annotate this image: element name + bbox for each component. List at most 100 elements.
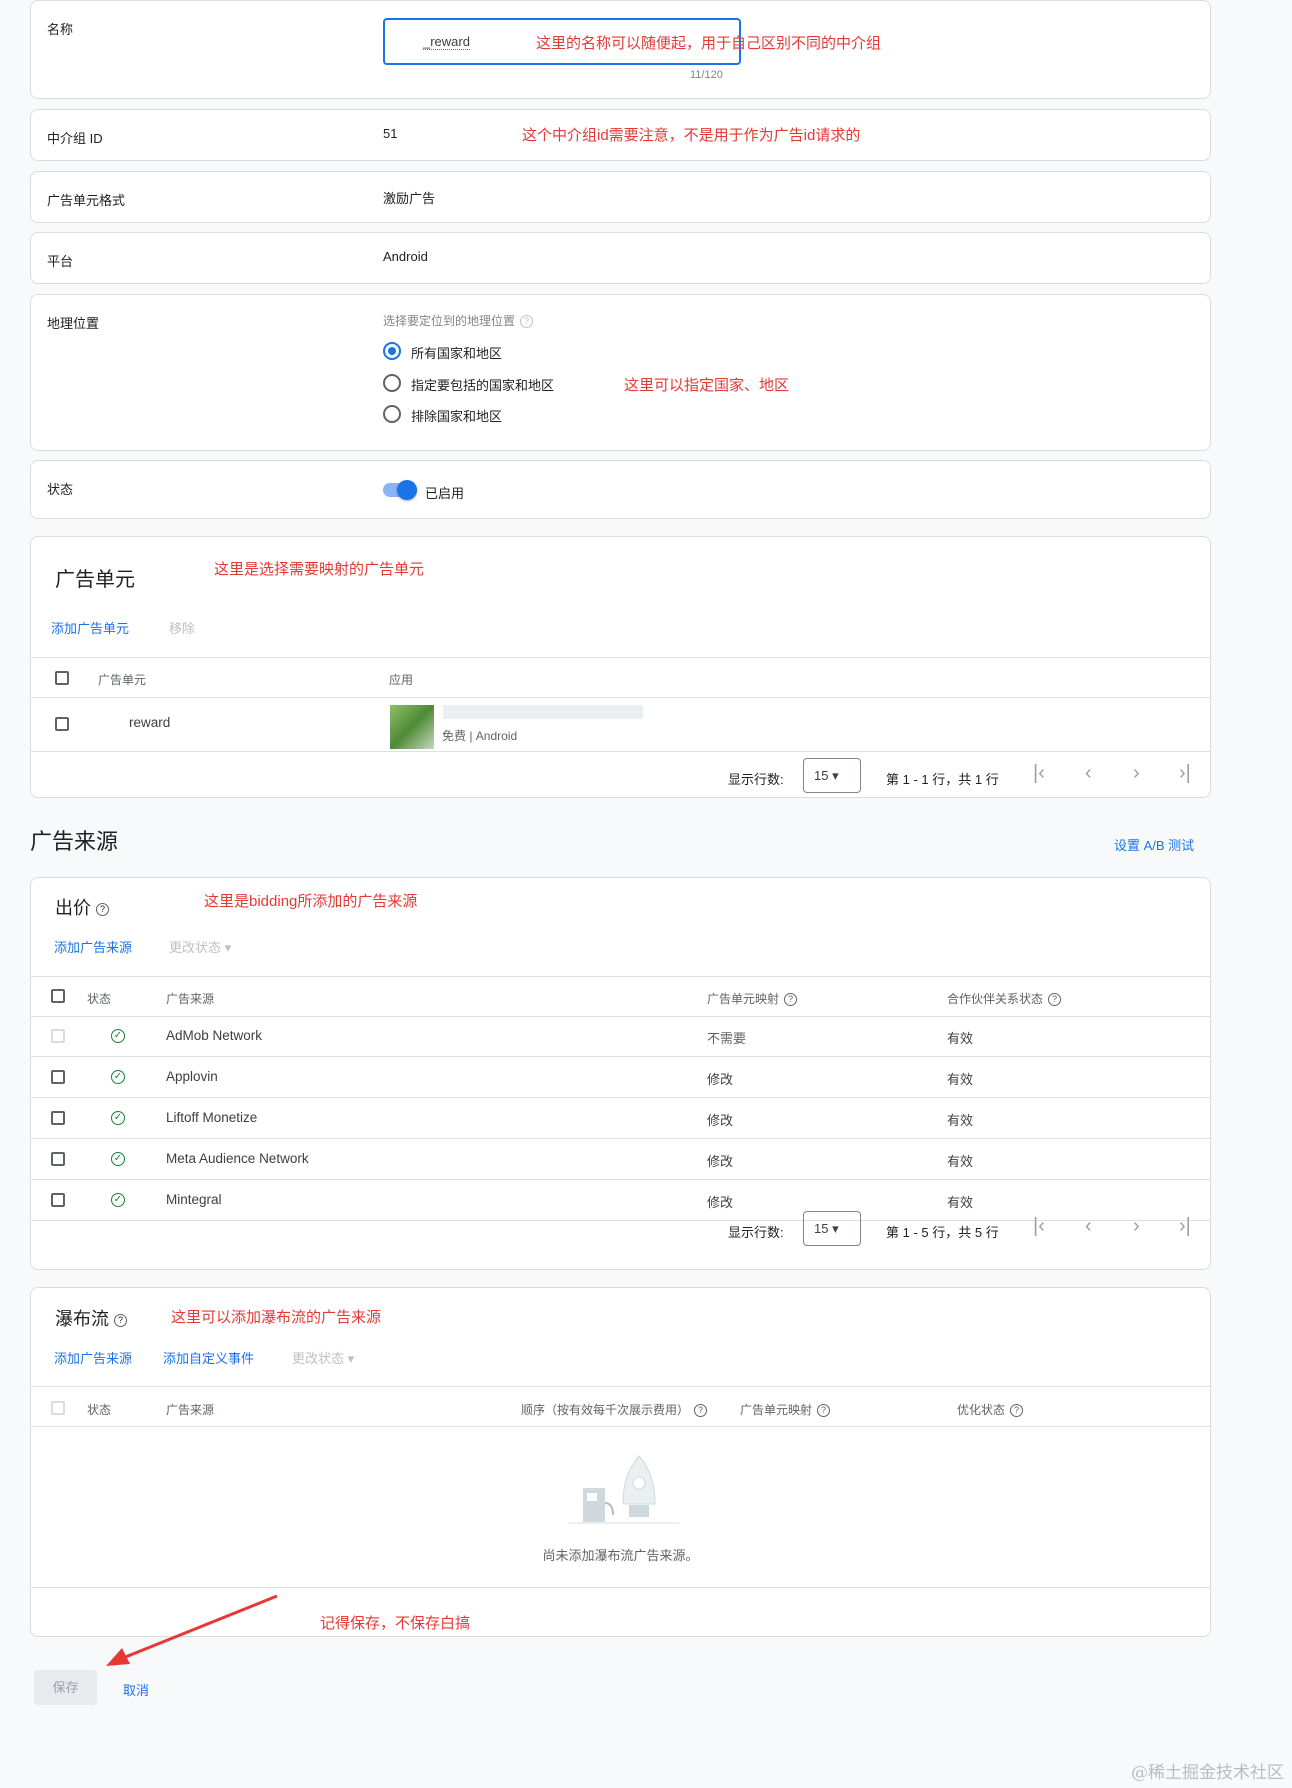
rows-per-page-select[interactable]: 15 ▾ bbox=[803, 758, 861, 793]
remove-button[interactable]: 移除 bbox=[169, 618, 195, 637]
cancel-button[interactable]: 取消 bbox=[123, 1680, 149, 1699]
first-page-icon[interactable]: |‹ bbox=[1033, 762, 1045, 785]
partner-status: 有效 bbox=[947, 1113, 974, 1128]
ab-test-link[interactable]: 设置 A/B 测试 bbox=[1114, 835, 1194, 854]
row-checkbox[interactable] bbox=[55, 717, 69, 731]
edit-mapping-link[interactable]: 修改 bbox=[707, 1192, 733, 1211]
row-checkbox[interactable] bbox=[51, 1070, 65, 1084]
page-range: 第 1 - 1 行，共 1 行 bbox=[886, 772, 999, 787]
waterfall-title: 瀑布流? bbox=[55, 1305, 127, 1331]
select-all-checkbox[interactable] bbox=[51, 989, 65, 1003]
rows-per-page-label: 显示行数: bbox=[728, 1225, 784, 1240]
first-page-icon[interactable]: |‹ bbox=[1033, 1215, 1045, 1238]
name-input-value: _reward bbox=[423, 34, 470, 50]
id-value: 51 bbox=[383, 126, 398, 141]
format-label: 广告单元格式 bbox=[47, 193, 126, 208]
add-adunit-button[interactable]: 添加广告单元 bbox=[51, 618, 129, 637]
radio-label: 排除国家和地区 bbox=[411, 409, 503, 424]
page-range: 第 1 - 5 行，共 5 行 bbox=[886, 1225, 999, 1240]
col-header: 状态 bbox=[87, 1403, 112, 1417]
check-circle-icon: ✓ bbox=[111, 1193, 125, 1207]
rows-per-page-select[interactable]: 15 ▾ bbox=[803, 1211, 861, 1246]
ad-source-name: Applovin bbox=[166, 1069, 218, 1084]
app-name-blurred bbox=[443, 705, 643, 719]
watermark: @稀土掘金技术社区 bbox=[1131, 1763, 1284, 1783]
ad-sources-heading: 广告来源 bbox=[30, 829, 119, 854]
radio-include-countries[interactable] bbox=[383, 374, 401, 392]
annotation-bidding: 这里是bidding所添加的广告来源 bbox=[204, 893, 418, 910]
name-label: 名称 bbox=[47, 22, 74, 37]
platform-label: 平台 bbox=[47, 254, 74, 269]
annotation-id: 这个中介组id需要注意，不是用于作为广告id请求的 bbox=[522, 127, 861, 144]
platform-value: Android bbox=[383, 249, 428, 264]
empty-state-text: 尚未添加瀑布流广告来源。 bbox=[542, 1548, 699, 1563]
check-circle-icon: ✓ bbox=[111, 1029, 125, 1043]
adunits-title: 广告单元 bbox=[55, 569, 135, 591]
add-custom-event-button[interactable]: 添加自定义事件 bbox=[163, 1348, 254, 1367]
annotation-geo: 这里可以指定国家、地区 bbox=[624, 377, 790, 394]
edit-mapping-link[interactable]: 修改 bbox=[707, 1151, 733, 1170]
ad-source-name: Mintegral bbox=[166, 1192, 222, 1207]
check-circle-icon: ✓ bbox=[111, 1152, 125, 1166]
col-header: 广告单元映射? bbox=[740, 1401, 831, 1418]
geo-hint: 选择要定位到的地理位置? bbox=[383, 312, 534, 329]
status-toggle[interactable] bbox=[383, 480, 417, 500]
annotation-waterfall: 这里可以添加瀑布流的广告来源 bbox=[171, 1309, 382, 1326]
partner-status: 有效 bbox=[947, 1031, 974, 1046]
ad-source-name: Meta Audience Network bbox=[166, 1151, 309, 1166]
mapping-value: 不需要 bbox=[707, 1031, 747, 1046]
next-page-icon[interactable]: › bbox=[1133, 762, 1140, 785]
select-all-checkbox[interactable] bbox=[51, 1401, 65, 1415]
col-header: 合作伙伴关系状态? bbox=[947, 990, 1062, 1007]
ad-source-name: Liftoff Monetize bbox=[166, 1110, 258, 1125]
col-header: 顺序（按有效每千次展示费用）? bbox=[521, 1401, 708, 1418]
partner-status: 有效 bbox=[947, 1154, 974, 1169]
row-checkbox[interactable] bbox=[51, 1029, 65, 1043]
bidding-card: 出价? 添加广告来源 更改状态 ▾ 状态 广告来源 广告单元映射? 合作伙伴关系… bbox=[30, 877, 1211, 1270]
col-header: 广告来源 bbox=[166, 992, 215, 1006]
name-counter: 11/120 bbox=[690, 69, 723, 81]
table-row: ✓ Liftoff Monetize 修改 有效 bbox=[31, 1098, 1210, 1139]
partner-status: 有效 bbox=[947, 1195, 974, 1210]
format-card: 广告单元格式 激励广告 bbox=[30, 171, 1211, 223]
radio-all-countries[interactable] bbox=[383, 342, 401, 360]
col-header: 应用 bbox=[389, 673, 414, 687]
prev-page-icon[interactable]: ‹ bbox=[1085, 1215, 1092, 1238]
row-checkbox[interactable] bbox=[51, 1152, 65, 1166]
radio-label: 指定要包括的国家和地区 bbox=[411, 378, 555, 393]
prev-page-icon[interactable]: ‹ bbox=[1085, 762, 1092, 785]
geo-label: 地理位置 bbox=[47, 316, 100, 331]
edit-mapping-link[interactable]: 修改 bbox=[707, 1110, 733, 1129]
select-all-checkbox[interactable] bbox=[55, 671, 69, 685]
radio-exclude-countries[interactable] bbox=[383, 405, 401, 423]
col-header: 广告单元映射? bbox=[707, 990, 798, 1007]
table-row: ✓ Meta Audience Network 修改 有效 bbox=[31, 1139, 1210, 1180]
table-row: ✓ AdMob Network 不需要 有效 bbox=[31, 1016, 1210, 1057]
waterfall-card: 瀑布流? 添加广告来源 添加自定义事件 更改状态 ▾ 状态 广告来源 顺序（按有… bbox=[30, 1287, 1211, 1637]
id-label: 中介组 ID bbox=[47, 131, 103, 146]
last-page-icon[interactable]: ›| bbox=[1179, 762, 1191, 785]
table-row: ✓ Applovin 修改 有效 bbox=[31, 1057, 1210, 1098]
next-page-icon[interactable]: › bbox=[1133, 1215, 1140, 1238]
save-button[interactable]: 保存 bbox=[34, 1670, 97, 1705]
adunits-card: 广告单元 添加广告单元 移除 广告单元 应用 reward 免费 | Andro… bbox=[30, 536, 1211, 798]
last-page-icon[interactable]: ›| bbox=[1179, 1215, 1191, 1238]
adunit-name: reward bbox=[129, 715, 171, 730]
change-status-dropdown[interactable]: 更改状态 ▾ bbox=[292, 1348, 354, 1367]
edit-mapping-link[interactable]: 修改 bbox=[707, 1069, 733, 1088]
row-checkbox[interactable] bbox=[51, 1193, 65, 1207]
bidding-title: 出价? bbox=[55, 894, 109, 920]
add-ad-source-button[interactable]: 添加广告来源 bbox=[54, 937, 132, 956]
status-card: 状态 已启用 bbox=[30, 460, 1211, 519]
status-value: 已启用 bbox=[425, 486, 465, 501]
change-status-dropdown[interactable]: 更改状态 ▾ bbox=[169, 937, 231, 956]
platform-card: 平台 Android bbox=[30, 232, 1211, 284]
col-header: 状态 bbox=[87, 992, 112, 1006]
row-checkbox[interactable] bbox=[51, 1111, 65, 1125]
format-value: 激励广告 bbox=[383, 191, 436, 206]
ad-source-name: AdMob Network bbox=[166, 1028, 263, 1043]
geo-card: 地理位置 选择要定位到的地理位置? 所有国家和地区 指定要包括的国家和地区 排除… bbox=[30, 294, 1211, 451]
app-icon bbox=[390, 705, 434, 749]
annotation-name: 这里的名称可以随便起，用于自己区别不同的中介组 bbox=[536, 35, 882, 52]
add-ad-source-button[interactable]: 添加广告来源 bbox=[54, 1348, 132, 1367]
